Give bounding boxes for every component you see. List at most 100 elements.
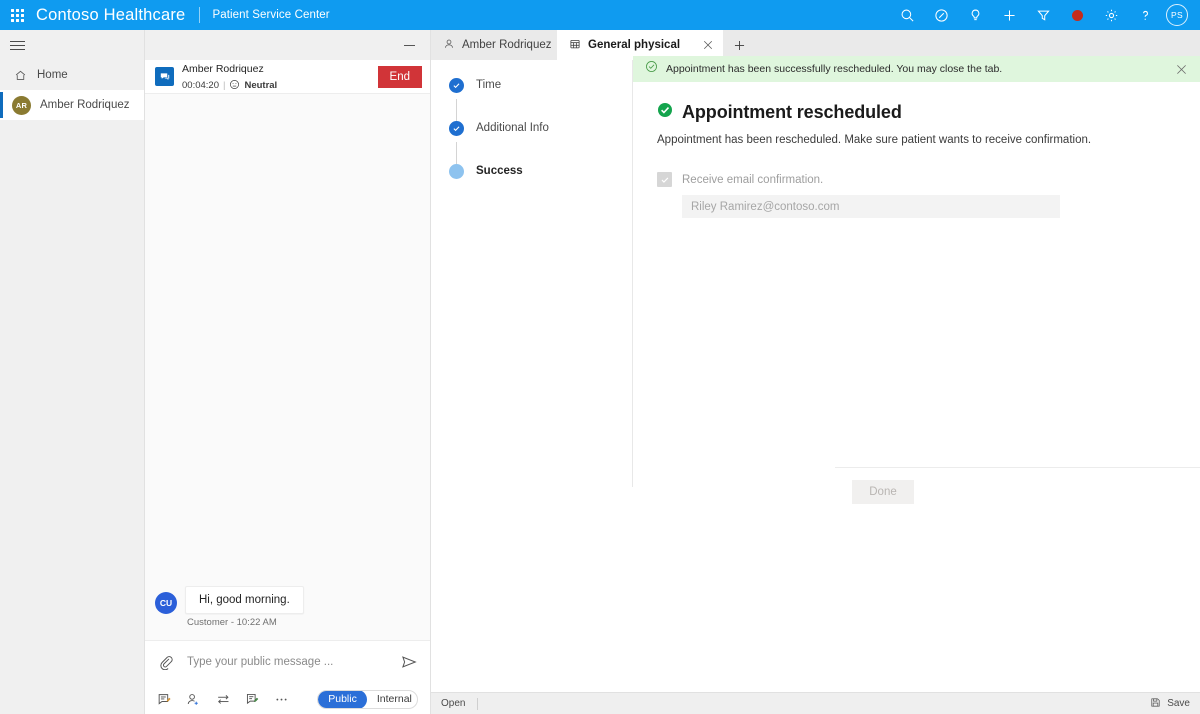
step-label: Additional Info: [476, 121, 549, 136]
app-root: Contoso Healthcare Patient Service Cente…: [0, 0, 1200, 714]
chat-message-body: Hi, good morning. Customer - 10:22 AM: [185, 586, 304, 628]
save-icon: [1150, 697, 1161, 711]
message-composer: Public Internal: [145, 640, 430, 714]
composer-toolbar: Public Internal: [145, 683, 430, 714]
avatar-initials: AR: [16, 101, 27, 110]
app-launcher-icon[interactable]: [0, 0, 34, 30]
recording-dot: [1072, 10, 1083, 21]
avatar-initials: CU: [160, 598, 172, 608]
page-subtitle: Appointment has been rescheduled. Make s…: [657, 134, 1176, 146]
tab-label: General physical: [588, 39, 680, 51]
menu-icon[interactable]: [0, 30, 144, 60]
wizard-stepper: Time Additional Info Success: [431, 60, 633, 487]
chat-session-timer: 00:04:20: [182, 81, 219, 92]
close-icon[interactable]: [701, 38, 715, 52]
checkbox-label: Receive email confirmation.: [682, 174, 823, 186]
status-bar: Open Save: [431, 692, 1200, 714]
step-status-complete-icon: [449, 121, 464, 136]
search-icon[interactable]: [890, 0, 924, 30]
minimize-icon[interactable]: [398, 34, 420, 56]
check-circle-icon: [645, 60, 658, 78]
assistant-icon[interactable]: [924, 0, 958, 30]
sidebar-item-label: Home: [37, 69, 68, 81]
chat-message-text: Hi, good morning.: [185, 586, 304, 614]
visibility-option-internal[interactable]: Internal: [367, 690, 418, 709]
filter-icon[interactable]: [1026, 0, 1060, 30]
notes-icon[interactable]: [245, 691, 260, 707]
message-visibility-toggle[interactable]: Public Internal: [317, 690, 418, 709]
chat-session-sub: 00:04:20 | Neutral: [182, 79, 370, 94]
chat-panel-titlebar: [145, 30, 430, 60]
avatar-initials: PS: [1171, 10, 1183, 20]
page-title-text: Appointment rescheduled: [682, 102, 902, 123]
chat-message: CU Hi, good morning. Customer - 10:22 AM: [155, 586, 420, 628]
step-time[interactable]: Time: [431, 78, 632, 121]
checkbox-checked-icon[interactable]: [657, 172, 672, 187]
waffle-grid: [11, 9, 24, 22]
gear-icon[interactable]: [1094, 0, 1128, 30]
brand-subtitle: Patient Service Center: [212, 9, 329, 21]
email-confirmation-checkbox-row: Receive email confirmation.: [657, 172, 1176, 187]
sentiment-label: Neutral: [244, 81, 277, 92]
message-input[interactable]: [185, 655, 390, 669]
avatar: CU: [155, 592, 177, 614]
brand-divider: [199, 7, 200, 23]
home-icon: [12, 69, 28, 82]
save-label: Save: [1167, 698, 1190, 709]
done-button[interactable]: Done: [852, 480, 914, 504]
page-title: Appointment rescheduled: [657, 102, 1176, 123]
chat-message-caption: Customer - 10:22 AM: [185, 617, 304, 628]
calendar-icon: [569, 38, 581, 53]
chat-session-divider: |: [223, 81, 225, 92]
top-brand-bar: Contoso Healthcare Patient Service Cente…: [0, 0, 1200, 30]
send-icon[interactable]: [400, 654, 418, 670]
step-additional-info[interactable]: Additional Info: [431, 121, 632, 164]
step-label: Time: [476, 78, 501, 93]
topbar-actions: PS: [890, 0, 1200, 30]
sentiment-neutral-icon: [229, 79, 240, 94]
close-icon[interactable]: [1174, 62, 1188, 76]
quick-replies-icon[interactable]: [157, 691, 172, 707]
chat-session-meta: Amber Rodriquez 00:04:20 | Neutral: [182, 59, 370, 93]
visibility-option-public[interactable]: Public: [318, 690, 367, 709]
success-check-icon: [657, 102, 673, 123]
help-icon[interactable]: [1128, 0, 1162, 30]
chat-session-name: Amber Rodriquez: [182, 63, 264, 75]
panel-divider: [835, 467, 1200, 468]
step-label: Success: [476, 164, 523, 179]
transfer-icon[interactable]: [216, 691, 231, 707]
step-status-current-icon: [449, 164, 464, 179]
avatar: AR: [12, 96, 31, 115]
attachment-icon[interactable]: [157, 655, 175, 670]
email-field[interactable]: [682, 195, 1060, 218]
chat-panel: Amber Rodriquez 00:04:20 | Neutral: [145, 30, 431, 714]
banner-message: Appointment has been successfully resche…: [666, 63, 1166, 75]
chat-transcript: CU Hi, good morning. Customer - 10:22 AM: [145, 94, 430, 640]
main-content: Time Additional Info Success: [431, 60, 1200, 714]
recording-indicator[interactable]: [1060, 0, 1094, 30]
record-status[interactable]: Open: [441, 698, 465, 709]
sidebar-item-amber-rodriquez[interactable]: AR Amber Rodriquez: [0, 90, 144, 120]
sidebar-item-home[interactable]: Home: [0, 60, 144, 90]
save-button[interactable]: Save: [1150, 697, 1190, 711]
lightbulb-icon[interactable]: [958, 0, 992, 30]
step-status-complete-icon: [449, 78, 464, 93]
success-banner: Appointment has been successfully resche…: [633, 56, 1200, 82]
add-agent-icon[interactable]: [186, 691, 201, 707]
brand-title: Contoso Healthcare: [34, 6, 185, 25]
person-icon: [443, 38, 455, 53]
appointment-result-panel: Appointment rescheduled Appointment has …: [633, 90, 1200, 218]
sidebar-item-label: Amber Rodriquez: [40, 99, 129, 111]
composer-input-row: [145, 641, 430, 683]
step-success[interactable]: Success: [431, 164, 632, 207]
left-navigation: Home AR Amber Rodriquez: [0, 30, 145, 714]
avatar[interactable]: PS: [1166, 4, 1188, 26]
status-divider: [477, 698, 478, 710]
panel-body: Appointment rescheduled Appointment has …: [633, 90, 1200, 218]
tab-label: Amber Rodriquez: [462, 39, 551, 51]
tab-amber-rodriquez[interactable]: Amber Rodriquez: [431, 30, 557, 60]
end-conversation-button[interactable]: End: [378, 66, 422, 88]
add-icon[interactable]: [992, 0, 1026, 30]
more-options-icon[interactable]: [274, 691, 289, 707]
conversation-icon: [155, 67, 174, 86]
